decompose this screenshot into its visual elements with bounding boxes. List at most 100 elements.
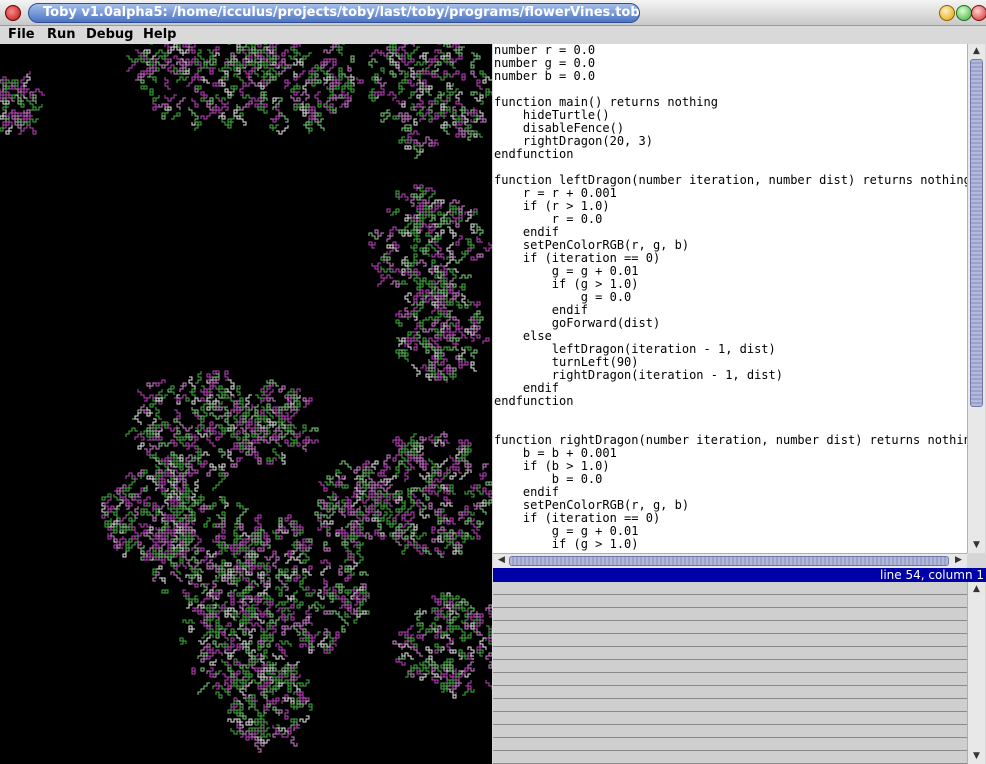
- console-vertical-scrollbar[interactable]: ▲ ▼: [967, 582, 985, 764]
- dragon-segment: [336, 46, 343, 56]
- dragon-segment: [453, 625, 466, 635]
- output-console[interactable]: [493, 582, 967, 764]
- minimize-button-icon[interactable]: [956, 5, 972, 21]
- dragon-segment: [309, 427, 319, 432]
- dragon-segment: [347, 65, 352, 72]
- dragon-segment: [230, 628, 237, 636]
- dragon-segment: [482, 463, 489, 470]
- dragon-segment: [390, 208, 400, 216]
- dragon-segment: [212, 640, 222, 648]
- dragon-segment: [191, 397, 201, 405]
- dragon-segment: [189, 44, 196, 54]
- close-button-icon[interactable]: [971, 5, 986, 21]
- dragon-segment: [455, 235, 463, 246]
- dragon-segment: [336, 613, 349, 626]
- app-icon[interactable]: [5, 5, 21, 21]
- dragon-segment: [2, 115, 10, 122]
- dragon-segment: [435, 458, 448, 468]
- dragon-segment: [447, 373, 457, 380]
- console-scroll-down-arrow-icon[interactable]: ▼: [970, 750, 983, 762]
- dragon-segment: [290, 611, 295, 621]
- dragon-segment: [476, 629, 483, 636]
- code-editor[interactable]: number r = 0.0 number g = 0.0 number b =…: [493, 44, 967, 553]
- dragon-segment: [467, 646, 475, 657]
- dragon-segment: [212, 46, 220, 54]
- dragon-segment: [428, 484, 436, 489]
- scroll-right-arrow-icon[interactable]: ▶: [952, 554, 965, 566]
- dragon-segment: [257, 430, 268, 441]
- dragon-segment: [147, 65, 157, 75]
- dragon-segment: [437, 289, 445, 294]
- cursor-position: line 54, column 1: [880, 568, 984, 582]
- dragon-segment: [272, 436, 282, 443]
- dragon-segment: [158, 526, 166, 534]
- dragon-segment: [431, 661, 439, 669]
- dragon-segment: [449, 649, 457, 654]
- dragon-segment: [242, 626, 252, 633]
- console-scroll-up-arrow-icon[interactable]: ▲: [970, 583, 983, 595]
- dragon-segment: [107, 505, 115, 513]
- menu-debug[interactable]: Debug: [86, 27, 133, 43]
- editor-horizontal-scrollbar[interactable]: ◀ ▶: [493, 553, 967, 568]
- menu-run[interactable]: Run: [47, 27, 76, 43]
- dragon-segment: [308, 112, 313, 120]
- editor-vertical-scrollbar[interactable]: ▲ ▼: [967, 44, 985, 553]
- dragon-segment: [434, 439, 445, 447]
- dragon-segment: [347, 607, 355, 615]
- dragon-segment: [473, 325, 481, 333]
- dragon-segment: [135, 73, 145, 81]
- dragon-segment: [197, 547, 205, 552]
- scroll-left-arrow-icon[interactable]: ◀: [495, 554, 508, 566]
- dragon-segment: [218, 541, 228, 552]
- dragon-segment: [471, 52, 481, 60]
- dragon-segment: [107, 518, 112, 525]
- dragon-segment: [227, 445, 237, 456]
- horizontal-scroll-thumb[interactable]: [509, 556, 949, 566]
- shade-button-icon[interactable]: [939, 5, 955, 21]
- dragon-segment: [455, 299, 463, 309]
- dragon-segment: [476, 79, 483, 90]
- dragon-segment: [14, 82, 19, 87]
- dragon-segment: [296, 553, 304, 564]
- turtle-canvas[interactable]: [0, 44, 492, 764]
- dragon-segment: [260, 673, 268, 681]
- dragon-segment: [326, 529, 331, 537]
- dragon-segment: [170, 499, 181, 507]
- dragon-segment: [195, 422, 205, 432]
- dragon-segment: [485, 604, 492, 612]
- dragon-segment: [434, 61, 442, 68]
- menu-file[interactable]: File: [8, 27, 35, 43]
- menu-help[interactable]: Help: [143, 27, 176, 43]
- source-code[interactable]: number r = 0.0 number g = 0.0 number b =…: [494, 44, 967, 551]
- scroll-up-arrow-icon[interactable]: ▲: [970, 45, 983, 57]
- dragon-segment: [414, 88, 424, 98]
- dragon-segment: [341, 91, 349, 99]
- dragon-segment: [0, 125, 4, 132]
- dragon-segment: [159, 556, 166, 564]
- dragon-segment: [167, 424, 178, 432]
- dragon-segment: [420, 364, 430, 372]
- dragon-segment: [465, 238, 475, 249]
- dragon-segment: [266, 71, 277, 81]
- scroll-down-arrow-icon[interactable]: ▼: [970, 539, 983, 551]
- dragon-segment: [474, 226, 481, 234]
- dragon-segment: [338, 586, 345, 594]
- dragon-segment: [437, 220, 445, 228]
- dragon-segment: [459, 649, 469, 660]
- dragon-segment: [329, 58, 337, 71]
- vertical-scroll-thumb[interactable]: [970, 59, 983, 407]
- dragon-segment: [456, 529, 463, 537]
- dragon-segment: [195, 494, 205, 504]
- dragon-segment: [344, 565, 352, 573]
- dragon-segment: [197, 604, 205, 609]
- dragon-segment: [143, 529, 153, 540]
- dragon-segment: [189, 388, 196, 398]
- dragon-segment: [338, 565, 343, 576]
- dragon-segment: [338, 67, 343, 75]
- dragon-segment: [152, 424, 160, 429]
- dragon-segment: [437, 535, 444, 543]
- title-bar: Toby v1.0alpha5: /home/icculus/projects/…: [0, 0, 986, 26]
- dragon-segment: [335, 469, 342, 474]
- dragon-segment: [173, 418, 181, 425]
- dragon-segment: [239, 727, 250, 735]
